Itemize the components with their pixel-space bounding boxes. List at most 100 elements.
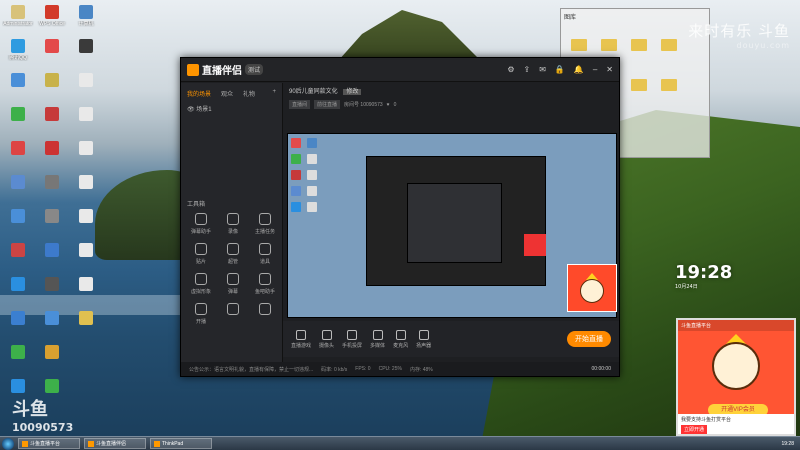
room-chip[interactable]: 直播间 [289, 100, 311, 109]
toolbox-item[interactable]: 道具 [249, 243, 281, 273]
small-ad-popup[interactable] [567, 264, 617, 312]
desktop-icon[interactable] [36, 36, 68, 70]
close-icon[interactable]: ✕ [606, 65, 613, 74]
toolbox-item[interactable]: 弹幕助手 [185, 213, 217, 243]
desktop-icon[interactable] [2, 274, 34, 308]
source-toolbar: 直播游戏 摄像头 手机投屏 多媒体 麦克风 扬声器 开始直播 [283, 321, 619, 357]
desktop-icon[interactable]: WPS Office [36, 2, 68, 36]
desktop-icon[interactable] [36, 240, 68, 274]
source-camera[interactable]: 摄像头 [319, 329, 334, 349]
toolbox-item[interactable] [249, 303, 281, 333]
source-media[interactable]: 多媒体 [370, 329, 385, 349]
folder-icon[interactable] [631, 39, 647, 51]
desktop-icon[interactable] [70, 274, 102, 308]
tab-audience[interactable]: 观众 [221, 89, 233, 98]
desktop-icon[interactable] [70, 308, 102, 342]
desktop-icon[interactable] [2, 172, 34, 206]
taskbar-item[interactable]: 斗鱼直播平台 [18, 438, 80, 449]
ad-title: 斗鱼直播平台 [678, 320, 794, 331]
desktop-icon[interactable] [2, 308, 34, 342]
desktop-icon[interactable] [2, 206, 34, 240]
eye-icon[interactable]: 👁 [187, 107, 195, 113]
source-speaker[interactable]: 扬声器 [416, 329, 431, 349]
scene-item[interactable]: 👁 场景1 [181, 101, 282, 116]
toolbox-item[interactable]: 录像 [217, 213, 249, 243]
source-game[interactable]: 直播游戏 [291, 329, 311, 349]
desktop-icon[interactable] [70, 104, 102, 138]
tool-icon [195, 213, 207, 225]
toolbox-item[interactable]: 主播任务 [249, 213, 281, 243]
toolbox-item[interactable]: 弹幕 [217, 273, 249, 303]
toolbox-item[interactable]: 鱼吧助手 [249, 273, 281, 303]
desktop-icon[interactable] [70, 342, 102, 376]
title-controls: ⚙ ⇪ ✉ 🔒 🔔 – ✕ [507, 65, 613, 74]
desktop-icon[interactable] [36, 274, 68, 308]
message-icon[interactable]: ✉ [539, 65, 546, 74]
folder-icon[interactable] [661, 79, 677, 91]
toolbox-item[interactable]: 开播 [185, 303, 217, 333]
lock-icon[interactable]: 🔒 [555, 65, 565, 74]
tab-gifts[interactable]: 礼物 [243, 89, 255, 98]
desktop-icon[interactable] [36, 308, 68, 342]
folder-icon[interactable] [571, 39, 587, 51]
share-icon[interactable]: ⇪ [524, 65, 531, 74]
camera-icon [321, 329, 332, 340]
room-chip[interactable]: 前往直播 [314, 100, 341, 109]
desktop-icon[interactable] [36, 138, 68, 172]
edit-title-button[interactable]: 修改 [343, 89, 362, 95]
desktop-icon[interactable] [2, 342, 34, 376]
tool-icon [259, 243, 271, 255]
start-live-button[interactable]: 开始直播 [567, 331, 611, 347]
tool-icon [259, 273, 271, 285]
desktop-icon[interactable] [70, 206, 102, 240]
folder-icon[interactable] [661, 39, 677, 51]
folder-icon[interactable] [631, 79, 647, 91]
desktop-icon[interactable]: Administrator [2, 2, 34, 36]
source-phone[interactable]: 手机投屏 [342, 329, 362, 349]
toolbox-item[interactable]: 超管 [217, 243, 249, 273]
desktop-icon[interactable] [36, 342, 68, 376]
tab-scenes[interactable]: 我的场景 [187, 89, 211, 98]
open-now-button[interactable]: 立即开通 [681, 425, 708, 434]
desktop-icon[interactable] [36, 70, 68, 104]
toolbox-item[interactable]: 贴片 [185, 243, 217, 273]
desktop-icon[interactable] [36, 206, 68, 240]
app-icon [45, 277, 59, 291]
desktop-icon[interactable] [36, 172, 68, 206]
watermark-text: 来时有乐 斗鱼 [688, 22, 790, 40]
desktop-icon[interactable] [70, 70, 102, 104]
taskbar-item[interactable]: ThinkPad [150, 438, 212, 449]
watermark-subtext: douyu.com [736, 41, 790, 50]
source-mic[interactable]: 麦克风 [393, 329, 408, 349]
monitor-icon [296, 329, 306, 340]
desktop-icon[interactable] [70, 36, 102, 70]
toolbox-item[interactable]: 虚拟形象 [185, 273, 217, 303]
desktop-icon[interactable]: 计算机 [70, 2, 102, 36]
desktop-icon[interactable] [70, 376, 102, 410]
desktop-icon[interactable] [70, 240, 102, 274]
folder-icon[interactable] [601, 39, 617, 51]
desktop-icon[interactable]: 腾讯QQ [2, 36, 34, 70]
toolbox-item[interactable] [217, 303, 249, 333]
desktop-icon[interactable] [70, 138, 102, 172]
live-companion-window[interactable]: 直播伴侣 测试 ⚙ ⇪ ✉ 🔒 🔔 – ✕ 我的场景 观众 礼物 + 👁 场景1… [180, 57, 620, 377]
add-scene-button[interactable]: + [272, 89, 276, 98]
phone-icon [347, 329, 358, 340]
desktop-icon[interactable] [70, 172, 102, 206]
bell-icon[interactable]: 🔔 [574, 65, 584, 74]
desktop-icon[interactable] [2, 70, 34, 104]
desktop-icon-label: WPS Office [39, 21, 65, 27]
desktop-icon[interactable] [2, 104, 34, 138]
settings-icon[interactable]: ⚙ [507, 65, 514, 74]
tool-label: 鱼吧助手 [254, 289, 275, 295]
start-button[interactable] [2, 437, 14, 450]
vip-ad-popup[interactable]: 斗鱼直播平台 开通VIP会员 我要支持斗鱼打赏平台 立即开通 [676, 318, 796, 436]
desktop-icon[interactable] [2, 240, 34, 274]
desktop-icon[interactable] [36, 104, 68, 138]
minimize-icon[interactable]: – [593, 65, 597, 74]
desktop-icon[interactable] [2, 138, 34, 172]
window-titlebar[interactable]: 直播伴侣 测试 ⚙ ⇪ ✉ 🔒 🔔 – ✕ [181, 58, 619, 82]
taskbar-item[interactable]: 斗鱼直播伴侣 [84, 438, 146, 449]
tray-clock[interactable]: 19:28 [781, 441, 800, 447]
toolbox-label: 工具箱 [187, 202, 206, 208]
